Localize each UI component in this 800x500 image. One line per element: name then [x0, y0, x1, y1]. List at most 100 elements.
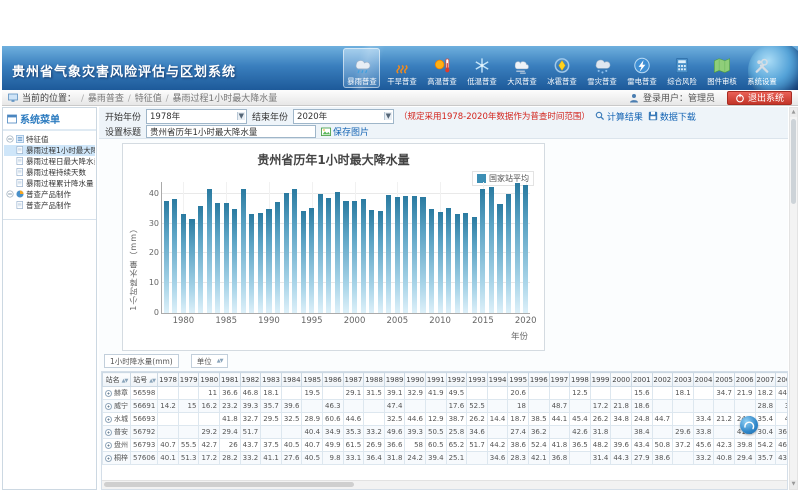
- nav-item-settings[interactable]: 系统设置: [743, 48, 780, 88]
- col-year-1980[interactable]: 1980: [199, 373, 220, 387]
- col-year-2003[interactable]: 2003: [673, 373, 694, 387]
- col-year-1996[interactable]: 1996: [528, 373, 549, 387]
- col-year-2000[interactable]: 2000: [611, 373, 632, 387]
- value-cell: [178, 413, 199, 426]
- horizontal-scrollbar[interactable]: [102, 480, 787, 489]
- vertical-scrollbar-thumb[interactable]: [791, 119, 796, 204]
- expander-icon[interactable]: [6, 135, 14, 145]
- grid-unit-selector[interactable]: 单位 ▲▼: [191, 354, 229, 368]
- station-name-cell[interactable]: 盘州: [103, 439, 131, 452]
- station-name-cell[interactable]: 普安: [103, 426, 131, 439]
- col-year-1983[interactable]: 1983: [261, 373, 282, 387]
- save-image-button[interactable]: 保存图片: [321, 125, 369, 138]
- nav-item-hightemp[interactable]: 高温普查: [423, 48, 460, 88]
- value-cell: 40.7: [302, 439, 323, 452]
- col-year-1979[interactable]: 1979: [178, 373, 199, 387]
- col-station-id[interactable]: 站号▲▼: [131, 373, 158, 387]
- col-year-1978[interactable]: 1978: [158, 373, 179, 387]
- value-cell: 41.9: [426, 387, 447, 400]
- col-year-1982[interactable]: 1982: [240, 373, 261, 387]
- row-radio-icon[interactable]: [105, 390, 112, 397]
- sort-arrows-icon[interactable]: ▲▼: [149, 378, 155, 384]
- station-name-cell[interactable]: 赫章: [103, 387, 131, 400]
- col-year-1993[interactable]: 1993: [467, 373, 488, 387]
- table-row[interactable]: 威宁5669114.21516.223.239.335.739.646.347.…: [103, 400, 789, 413]
- tree-leaf[interactable]: 暴雨过程日最大降水量: [4, 156, 95, 167]
- value-cell: [467, 387, 488, 400]
- col-year-1994[interactable]: 1994: [487, 373, 508, 387]
- col-year-1986[interactable]: 1986: [323, 373, 344, 387]
- value-cell: [611, 426, 632, 439]
- col-year-1989[interactable]: 1989: [384, 373, 405, 387]
- tree-leaf[interactable]: 暴雨过程1小时最大降水量: [4, 145, 95, 156]
- table-row[interactable]: 桐梓5760640.151.317.228.233.241.127.640.59…: [103, 452, 789, 465]
- col-year-2001[interactable]: 2001: [631, 373, 652, 387]
- nav-item-risk[interactable]: 综合风险: [663, 48, 700, 88]
- row-radio-icon[interactable]: [105, 416, 112, 423]
- download-button[interactable]: 数据下载: [648, 110, 696, 123]
- station-name-cell[interactable]: 威宁: [103, 400, 131, 413]
- sort-arrows-icon[interactable]: ▲▼: [122, 378, 128, 384]
- value-cell: 65.2: [446, 439, 467, 452]
- tree-group-1[interactable]: 普查产品制作: [4, 189, 95, 200]
- breadcrumb-segment[interactable]: 暴雨过程1小时最大降水量: [170, 94, 278, 104]
- nav-item-wind[interactable]: 大风普查: [503, 48, 540, 88]
- col-year-1984[interactable]: 1984: [281, 373, 302, 387]
- breadcrumb-segment[interactable]: 暴雨普查: [85, 94, 127, 104]
- nav-item-hail[interactable]: 冰雹普查: [543, 48, 580, 88]
- scroll-down-icon[interactable]: ▼: [790, 480, 797, 489]
- station-name-cell[interactable]: 水城: [103, 413, 131, 426]
- calculate-button[interactable]: 计算结果: [595, 110, 643, 123]
- col-year-2005[interactable]: 2005: [714, 373, 735, 387]
- table-row[interactable]: 水城5669341.832.729.532.528.960.644.632.54…: [103, 413, 789, 426]
- col-year-1995[interactable]: 1995: [508, 373, 529, 387]
- col-year-2008[interactable]: 2008: [776, 373, 788, 387]
- col-station-name[interactable]: 站名▲▼: [103, 373, 131, 387]
- col-year-1999[interactable]: 1999: [590, 373, 611, 387]
- value-cell: 49.9: [323, 439, 344, 452]
- col-year-2007[interactable]: 2007: [755, 373, 776, 387]
- table-row[interactable]: 盘州5679340.755.542.72643.737.540.540.749.…: [103, 439, 789, 452]
- row-radio-icon[interactable]: [105, 455, 112, 462]
- station-name-cell[interactable]: 桐梓: [103, 452, 131, 465]
- col-year-1990[interactable]: 1990: [405, 373, 426, 387]
- tree-leaf[interactable]: 暴雨过程持续天数: [4, 167, 95, 178]
- col-year-2004[interactable]: 2004: [693, 373, 714, 387]
- table-row[interactable]: 赫章565981136.646.818.119.529.131.539.132.…: [103, 387, 789, 400]
- nav-item-lightning[interactable]: 雷电普查: [623, 48, 660, 88]
- col-year-2006[interactable]: 2006: [734, 373, 755, 387]
- row-radio-icon[interactable]: [105, 429, 112, 436]
- grid-tab-precip[interactable]: 1小时降水量(mm): [104, 354, 179, 368]
- nav-item-lowtemp[interactable]: 低温普查: [463, 48, 500, 88]
- col-year-1985[interactable]: 1985: [302, 373, 323, 387]
- horizontal-scrollbar-thumb[interactable]: [104, 482, 354, 487]
- chart-title-label: 设置标题: [105, 125, 141, 138]
- start-year-select[interactable]: 1978年 ▼: [146, 109, 247, 124]
- table-row[interactable]: 普安5679229.229.451.740.434.935.333.249.63…: [103, 426, 789, 439]
- nav-item-map[interactable]: 图件审核: [703, 48, 740, 88]
- nav-item-snow[interactable]: 雪灾普查: [583, 48, 620, 88]
- col-year-1988[interactable]: 1988: [364, 373, 385, 387]
- col-year-1987[interactable]: 1987: [343, 373, 364, 387]
- col-year-1997[interactable]: 1997: [549, 373, 570, 387]
- vertical-scrollbar[interactable]: ▲ ▼: [789, 107, 798, 490]
- tree-leaf[interactable]: 暴雨过程累计降水量: [4, 178, 95, 189]
- floating-widget[interactable]: [740, 416, 758, 434]
- col-year-1998[interactable]: 1998: [570, 373, 591, 387]
- chart-title-input[interactable]: [146, 125, 316, 138]
- breadcrumb-segment[interactable]: 特征值: [132, 94, 165, 104]
- row-radio-icon[interactable]: [105, 442, 112, 449]
- tree-leaf[interactable]: 普查产品制作: [4, 200, 95, 211]
- nav-item-rainstorm[interactable]: 暴雨普查: [343, 48, 380, 88]
- end-year-select[interactable]: 2020年 ▼: [293, 109, 394, 124]
- col-year-1991[interactable]: 1991: [426, 373, 447, 387]
- col-year-2002[interactable]: 2002: [652, 373, 673, 387]
- col-year-1992[interactable]: 1992: [446, 373, 467, 387]
- tree-group-0[interactable]: 特征值: [4, 134, 95, 145]
- col-year-1981[interactable]: 1981: [220, 373, 241, 387]
- scroll-up-icon[interactable]: ▲: [790, 108, 797, 117]
- nav-item-drought[interactable]: 干旱普查: [383, 48, 420, 88]
- expander-icon[interactable]: [6, 190, 14, 200]
- logout-button[interactable]: 退出系统: [727, 91, 792, 105]
- row-radio-icon[interactable]: [105, 403, 112, 410]
